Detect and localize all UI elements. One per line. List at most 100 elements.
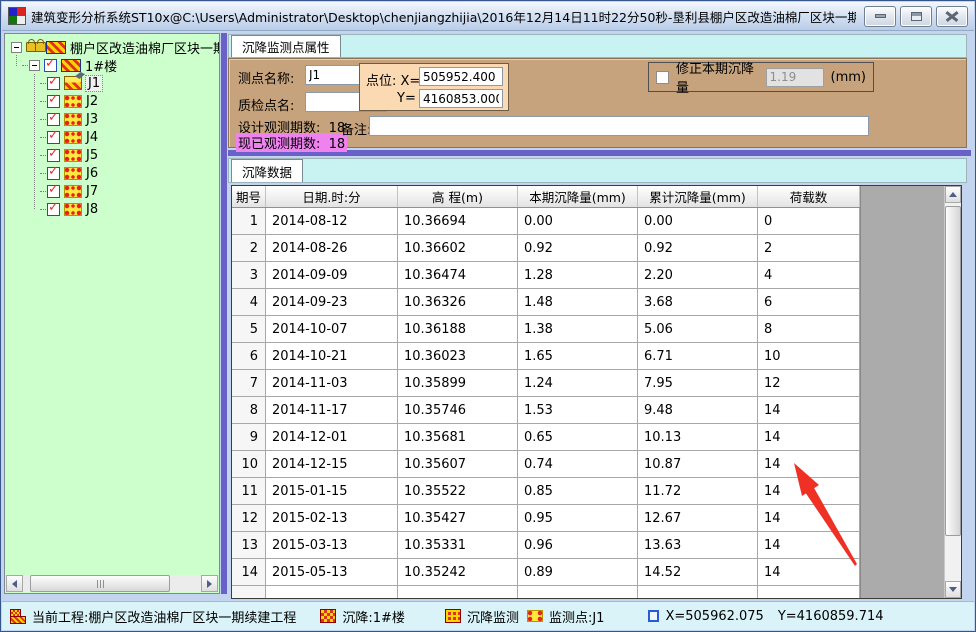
correction-input [766, 68, 824, 87]
tree-node-label: J5 [86, 148, 98, 163]
window-title: 建筑变形分析系统ST10x@C:\Users\Administrator\Des… [31, 7, 856, 26]
table-row[interactable]: 132015-03-1310.353310.9613.6314 [232, 532, 961, 559]
table-row[interactable]: 92014-12-0110.356810.6510.1314 [232, 424, 961, 451]
scroll-up-button[interactable] [945, 186, 961, 203]
point-checkbox[interactable] [47, 113, 60, 126]
point-icon [64, 113, 82, 126]
correction-group: 修正本期沉降量 (mm) [648, 62, 874, 92]
minimize-button[interactable] [864, 6, 896, 27]
maximize-button[interactable] [900, 6, 932, 27]
point-checkbox[interactable] [47, 203, 60, 216]
qc-name-label: 质检点名: [238, 95, 294, 114]
tree-node-point-j2[interactable]: J2 [5, 92, 219, 110]
building-checkbox[interactable] [44, 59, 57, 72]
table-row[interactable]: 102014-12-1510.356070.7410.8714 [232, 451, 961, 478]
status-coord-x: X=505962.075 [665, 609, 763, 624]
table-row[interactable]: 42014-09-2310.363261.483.686 [232, 289, 961, 316]
arrow-left-icon [12, 580, 17, 588]
tree-node-point-j6[interactable]: J6 [5, 164, 219, 182]
header-elevation[interactable]: 高 程(m) [398, 186, 518, 207]
table-vertical-scrollbar[interactable] [944, 186, 961, 598]
status-project-icon [10, 609, 26, 624]
vertical-splitter[interactable] [221, 33, 227, 594]
point-checkbox[interactable] [47, 131, 60, 144]
tree-node-building[interactable]: 1#楼 [5, 56, 219, 74]
header-load-count[interactable]: 荷载数 [758, 186, 860, 207]
status-bar: 当前工程:棚户区改造油棉厂区块一期续建工程 沉降:1#楼 沉降监测 监测点:J1… [2, 601, 974, 630]
title-bar[interactable]: 建筑变形分析系统ST10x@C:\Users\Administrator\Des… [2, 2, 974, 31]
settlement-table: 期号 日期.时:分 高 程(m) 本期沉降量(mm) 累计沉降量(mm) 荷载数… [231, 185, 962, 599]
table-row[interactable]: 62014-10-2110.360231.656.7110 [232, 343, 961, 370]
app-window: 建筑变形分析系统ST10x@C:\Users\Administrator\Des… [0, 0, 976, 632]
tree-node-point-j1[interactable]: J1 [5, 74, 219, 92]
tree-node-project[interactable]: 棚户区改造油棉厂区块一期续 [5, 38, 219, 56]
status-monitor-type: 沉降监测 [467, 607, 519, 626]
tree-node-point-j7[interactable]: J7 [5, 182, 219, 200]
header-period[interactable]: 期号 [232, 186, 266, 207]
point-checkbox[interactable] [47, 95, 60, 108]
properties-tabstrip: 沉降监测点属性 [228, 34, 967, 58]
position-x-input[interactable] [419, 67, 503, 86]
table-row[interactable]: 52014-10-0710.361881.385.068 [232, 316, 961, 343]
tree-node-point-j4[interactable]: J4 [5, 128, 219, 146]
point-checkbox[interactable] [47, 77, 60, 90]
lock-icon [26, 42, 44, 52]
status-building: 沉降:1#楼 [342, 607, 405, 626]
point-icon [64, 185, 82, 198]
app-icon [8, 7, 26, 25]
table-row[interactable]: 122015-02-1310.354270.9512.6714 [232, 505, 961, 532]
remark-label: 备注: [341, 119, 371, 138]
table-row[interactable]: 82014-11-1710.357461.539.4814 [232, 397, 961, 424]
project-tree: 棚户区改造油棉厂区块一期续 1#楼 J1 J2 J3 [5, 34, 219, 218]
observed-periods-label: 现已观测期数: 18 [236, 133, 347, 152]
tree-node-point-j5[interactable]: J5 [5, 146, 219, 164]
scroll-right-button[interactable] [201, 575, 218, 592]
project-icon [46, 41, 66, 54]
collapse-icon[interactable] [29, 60, 40, 71]
status-point-icon [527, 610, 543, 622]
table-row[interactable]: 112015-01-1510.355220.8511.7214 [232, 478, 961, 505]
tree-node-point-j3[interactable]: J3 [5, 110, 219, 128]
scroll-left-button[interactable] [6, 575, 23, 592]
table-row[interactable]: 22014-08-2610.366020.920.922 [232, 235, 961, 262]
point-icon [64, 167, 82, 180]
table-row[interactable]: 72014-11-0310.358991.247.9512 [232, 370, 961, 397]
properties-panel: 测点名称: 质检点名: 设计观测期数: 18 现已观测期数: 18 点位: X=… [228, 58, 967, 148]
point-checkbox[interactable] [47, 149, 60, 162]
table-row[interactable]: 142015-05-1310.352420.8914.5214 [232, 559, 961, 586]
table-filler-area [860, 186, 945, 598]
correction-checkbox[interactable] [656, 71, 669, 84]
header-cumulative-settlement[interactable]: 累计沉降量(mm) [638, 186, 758, 207]
table-row[interactable]: 12014-08-1210.366940.000.000 [232, 208, 961, 235]
scrollbar-thumb[interactable] [30, 575, 170, 592]
scroll-down-button[interactable] [945, 581, 961, 598]
selected-point-icon [64, 76, 82, 90]
position-y-label: Y= [397, 91, 416, 106]
point-icon [64, 131, 82, 144]
point-name-label: 测点名称: [238, 68, 294, 87]
collapse-icon[interactable] [11, 42, 22, 53]
position-y-input[interactable] [419, 89, 503, 108]
status-point: 监测点:J1 [549, 607, 605, 626]
tab-settlement-point-properties[interactable]: 沉降监测点属性 [231, 35, 341, 57]
table-row[interactable]: 32014-09-0910.364741.282.204 [232, 262, 961, 289]
tree-horizontal-scrollbar[interactable] [6, 575, 218, 592]
header-current-settlement[interactable]: 本期沉降量(mm) [518, 186, 638, 207]
tab-settlement-data[interactable]: 沉降数据 [231, 159, 303, 182]
header-date[interactable]: 日期.时:分 [266, 186, 398, 207]
remark-input[interactable] [369, 116, 869, 136]
point-icon [64, 95, 82, 108]
point-checkbox[interactable] [47, 185, 60, 198]
tree-node-label: J3 [86, 112, 98, 127]
scrollbar-thumb[interactable] [945, 206, 961, 536]
arrow-right-icon [207, 580, 212, 588]
close-button[interactable] [936, 6, 968, 27]
close-icon [946, 11, 958, 21]
tree-node-label: 棚户区改造油棉厂区块一期续 [70, 38, 220, 57]
status-building-icon [320, 609, 336, 623]
point-checkbox[interactable] [47, 167, 60, 180]
arrow-down-icon [949, 587, 957, 592]
correction-label: 修正本期沉降量 [676, 58, 759, 96]
tree-node-point-j8[interactable]: J8 [5, 200, 219, 218]
tree-node-label: J6 [86, 166, 98, 181]
